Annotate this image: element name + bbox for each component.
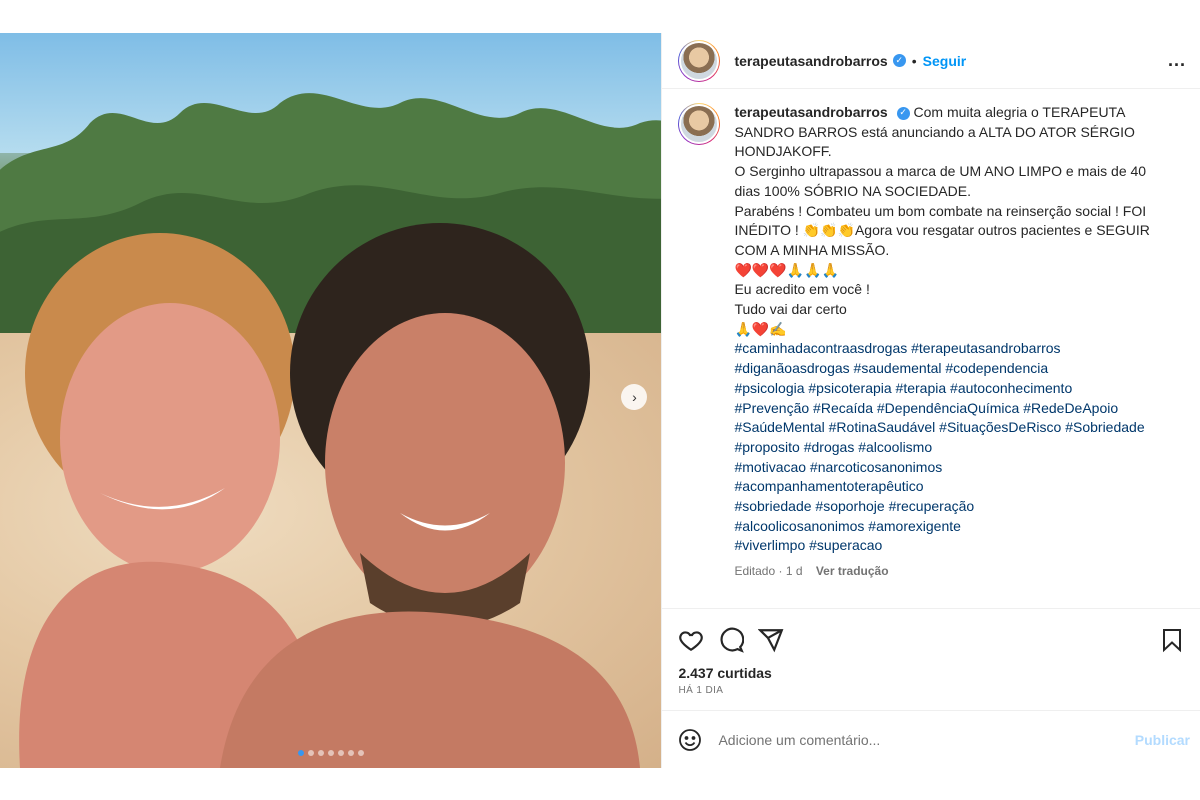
share-icon[interactable] [758,627,784,653]
translate-link[interactable]: Ver tradução [816,564,889,578]
hashtag-line[interactable]: #motivacao #narcoticosanonimos [734,458,1174,478]
photo-person-right [220,223,640,768]
post-photo[interactable]: › [0,33,662,768]
avatar[interactable] [678,39,721,82]
edited-label: Editado · 1 d [734,564,803,579]
verified-icon: ✓ [892,54,906,67]
carousel-dot [337,750,344,756]
hashtag-line[interactable]: #Prevenção #Recaída #DependênciaQuímica … [734,399,1174,419]
comment-input[interactable] [716,730,1135,749]
caption-area: terapeutasandrobarros ✓ Com muita alegri… [662,89,1200,608]
chevron-right-icon: › [632,389,637,405]
hashtag-line[interactable]: #acompanhamentoterapêutico [734,477,1174,497]
avatar-image [679,104,720,144]
caption-line-3: Parabéns ! Combateu um bom combate na re… [734,202,1150,258]
post-header: terapeutasandrobarros ✓ • Seguir ... [662,33,1200,89]
avatar-image [679,40,720,81]
instagram-post: › terapeutasandrobarros ✓ • Seguir ... t… [0,33,1200,768]
hashtag-line[interactable]: #psicologia #psicoterapia #terapia #auto… [734,379,1174,399]
more-options-icon[interactable]: ... [1168,50,1186,71]
carousel-dot [297,750,304,756]
carousel-dot [357,750,364,756]
comment-box: Publicar [662,710,1200,768]
caption-text: terapeutasandrobarros ✓ Com muita alegri… [734,103,1174,608]
likes-count[interactable]: 2.437 curtidas [678,665,1184,681]
verified-icon: ✓ [896,106,910,120]
caption-meta: Editado · 1 d Ver tradução [734,562,1174,582]
carousel-indicator [0,750,661,756]
caption-line-6: Tudo vai dar certo [734,301,847,318]
caption-line-2: O Serginho ultrapassou a marca de UM ANO… [734,163,1147,199]
caption-emoji-line: 🙏❤️✍️ [734,320,787,337]
post-side-panel: terapeutasandrobarros ✓ • Seguir ... ter… [661,33,1200,768]
caption-avatar[interactable] [678,103,721,145]
bookmark-icon[interactable] [1160,627,1184,653]
carousel-dot [327,750,334,756]
publish-button[interactable]: Publicar [1135,732,1190,748]
caption-line-5: Eu acredito em você ! [734,281,870,298]
comment-icon[interactable] [718,627,745,653]
carousel-dot [307,750,314,756]
emoji-icon[interactable] [678,728,702,752]
header-separator: • [911,52,917,69]
follow-button[interactable]: Seguir [923,53,967,69]
action-icons [678,621,1184,659]
hashtag-line[interactable]: #SaúdeMental #RotinaSaudável #SituaçõesD… [734,418,1174,438]
hashtag-line[interactable]: #proposito #drogas #alcoolismo [734,438,1174,458]
heart-icon[interactable] [678,627,704,653]
carousel-dot [317,750,324,756]
header-username[interactable]: terapeutasandrobarros [734,53,887,69]
hashtag-line[interactable]: #alcoolicosanonimos #amorexigente [734,517,1174,537]
caption-emoji-line: ❤️❤️❤️🙏🙏🙏 [734,261,840,278]
hashtag-line[interactable]: #sobriedade #soporhoje #recuperação [734,497,1174,517]
carousel-dot [347,750,354,756]
post-actions: 2.437 curtidas HÁ 1 DIA [662,608,1200,710]
post-date: HÁ 1 DIA [678,685,724,696]
hashtag-line[interactable]: #diganãoasdrogas #saudemental #codepende… [734,359,1174,379]
caption-username[interactable]: terapeutasandrobarros [734,104,887,120]
hashtag-line[interactable]: #caminhadacontraasdrogas #terapeutasandr… [734,339,1174,359]
hashtag-line[interactable]: #viverlimpo #superacao [734,536,1174,556]
